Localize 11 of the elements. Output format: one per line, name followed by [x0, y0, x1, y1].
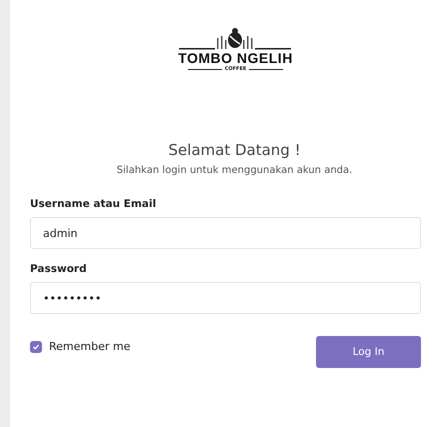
login-button[interactable]: Log In: [316, 336, 421, 368]
checkbox[interactable]: [30, 340, 42, 352]
welcome-heading: Selamat Datang !: [167, 141, 302, 159]
field-label: Password: [30, 263, 87, 275]
check-icon: [32, 342, 40, 350]
field-label: Username atau Email: [30, 198, 156, 210]
remember-label: Remember me: [49, 340, 130, 353]
logo-name: TOMBO NGELIH: [178, 50, 293, 66]
welcome-subtitle: Silahkan login untuk menggunakan akun anda.: [116, 165, 354, 176]
input-field[interactable]: •••••••••: [30, 282, 421, 314]
input-field[interactable]: admin: [30, 217, 421, 249]
